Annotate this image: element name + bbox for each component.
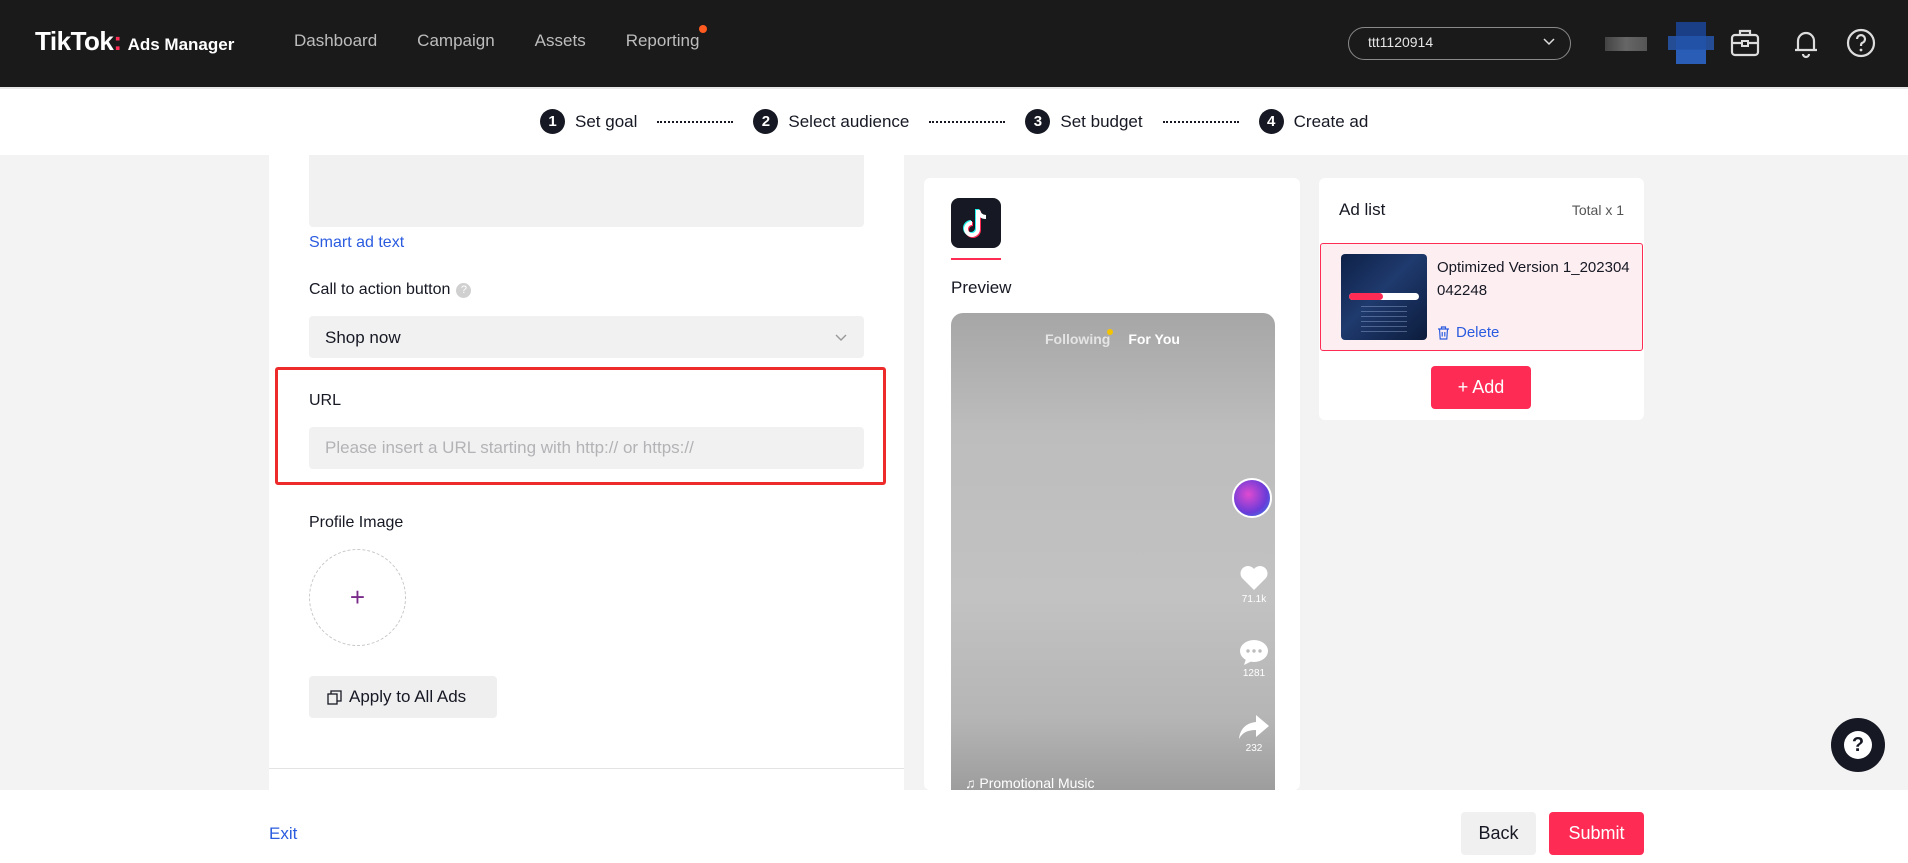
tab-following: Following — [1045, 331, 1111, 347]
divider — [269, 768, 904, 769]
plus-icon: + — [1457, 377, 1473, 397]
smart-ad-text-link[interactable]: Smart ad text — [309, 234, 404, 252]
ad-list-total: Total x 1 — [1571, 202, 1624, 218]
music-label: ♫ Promotional Music — [965, 775, 1095, 790]
brand-name: TikTok: — [35, 26, 122, 56]
chevron-down-icon — [1543, 38, 1555, 46]
ad-list-title: Ad list — [1339, 200, 1386, 219]
cta-select[interactable]: Shop now — [309, 316, 864, 358]
step-connector — [929, 120, 1006, 123]
help-button[interactable]: ? — [1831, 718, 1885, 772]
step-number: 4 — [1258, 109, 1284, 134]
nav-assets[interactable]: Assets — [535, 31, 586, 51]
ad-name: Optimized Version 1_202304042248 — [1437, 259, 1630, 299]
help-icon[interactable] — [1844, 26, 1878, 60]
notification-dot — [699, 25, 708, 33]
bell-icon[interactable] — [1789, 26, 1823, 60]
top-nav: TikTok: Ads Manager Dashboard Campaign A… — [0, 0, 1908, 87]
back-button[interactable]: Back — [1461, 812, 1536, 855]
plus-icon: + — [349, 582, 366, 612]
tab-for-you: For You — [1128, 331, 1180, 347]
chevron-down-icon — [835, 334, 847, 341]
ad-list-panel: Ad list Total x 1 Optimized Version 1_20… — [1319, 178, 1644, 420]
briefcase-icon[interactable] — [1728, 26, 1762, 60]
active-tab-indicator — [951, 258, 1001, 260]
redacted-user-name — [1605, 37, 1647, 51]
step-set-goal: 1 Set goal — [540, 109, 637, 134]
bottom-action-bar: Exit Back Submit — [0, 790, 1908, 863]
tiktok-app-icon[interactable] — [951, 198, 1001, 248]
step-number: 1 — [540, 109, 565, 134]
ad-thumbnail — [1341, 254, 1427, 340]
profile-image-label: Profile Image — [309, 514, 404, 531]
step-indicator: 1 Set goal 2 Select audience 3 Set budge… — [0, 87, 1908, 155]
share-action: 232 — [1237, 713, 1271, 754]
nav-reporting[interactable]: Reporting — [625, 25, 708, 51]
step-set-budget: 3 Set budget — [1025, 109, 1143, 134]
step-select-audience: 2 Select audience — [753, 109, 909, 134]
step-label: Create ad — [1293, 111, 1369, 131]
url-label: URL — [309, 392, 342, 409]
add-ad-button[interactable]: + Add — [1431, 366, 1531, 409]
avatar[interactable] — [1668, 22, 1714, 64]
nav-reporting-label: Reporting — [625, 31, 700, 50]
creator-avatar — [1232, 478, 1272, 518]
copy-icon — [327, 689, 342, 705]
url-input[interactable] — [309, 427, 864, 469]
cta-label-row: Call to action button? — [309, 281, 472, 299]
apply-to-all-button[interactable]: Apply to All Ads — [309, 676, 497, 718]
trash-icon — [1438, 325, 1449, 340]
delete-button[interactable]: Delete — [1437, 324, 1499, 341]
step-number: 3 — [1025, 109, 1051, 134]
music-note-icon: ♫ — [965, 775, 980, 790]
tiktok-logo-icon — [963, 209, 987, 238]
like-action: 71.1k — [1237, 564, 1271, 605]
nav-campaign[interactable]: Campaign — [417, 31, 495, 51]
step-connector — [657, 120, 734, 123]
comment-action: 1281 — [1237, 638, 1271, 679]
share-icon — [1239, 715, 1269, 739]
question-icon[interactable]: ? — [456, 283, 472, 298]
ad-list-item[interactable]: Optimized Version 1_202304042248 Delete — [1320, 243, 1643, 351]
account-name: ttt1120914 — [1368, 34, 1434, 50]
exit-link[interactable]: Exit — [269, 824, 297, 844]
main-nav: Dashboard Campaign Assets Reporting — [294, 25, 708, 51]
heart-icon — [1240, 566, 1268, 590]
phone-preview: Following For You 71.1k 1281 232 ♫ Promot… — [951, 313, 1275, 790]
brand-sub: Ads Manager — [127, 35, 235, 54]
step-label: Select audience — [788, 111, 910, 131]
question-icon: ? — [1844, 731, 1872, 759]
like-count: 71.1k — [1241, 594, 1267, 605]
comment-count: 1281 — [1242, 668, 1266, 679]
apply-label: Apply to All Ads — [349, 687, 467, 706]
cta-label: Call to action button — [309, 281, 451, 298]
step-number: 2 — [753, 109, 779, 134]
preview-panel: Preview Following For You 71.1k 1281 232 … — [924, 178, 1300, 790]
cta-value: Shop now — [325, 328, 401, 347]
music-title: Promotional Music — [979, 775, 1095, 790]
share-count: 232 — [1245, 743, 1263, 754]
tiktok-ads-logo[interactable]: TikTok: Ads Manager — [35, 26, 234, 57]
submit-button[interactable]: Submit — [1549, 812, 1644, 855]
ad-details-form: Smart ad text Call to action button? Sho… — [269, 155, 904, 790]
profile-image-upload[interactable]: + — [309, 549, 406, 646]
preview-title: Preview — [951, 278, 1012, 297]
ad-text-field[interactable] — [309, 155, 864, 227]
delete-label: Delete — [1456, 324, 1500, 341]
step-label: Set budget — [1060, 111, 1143, 131]
step-connector — [1162, 120, 1239, 123]
notification-dot — [1107, 329, 1113, 335]
add-label: Add — [1472, 377, 1505, 397]
nav-dashboard[interactable]: Dashboard — [294, 31, 377, 51]
step-label: Set goal — [575, 111, 638, 131]
comment-icon — [1240, 640, 1268, 665]
account-selector[interactable]: ttt1120914 — [1348, 27, 1571, 60]
step-create-ad: 4 Create ad — [1258, 109, 1369, 134]
